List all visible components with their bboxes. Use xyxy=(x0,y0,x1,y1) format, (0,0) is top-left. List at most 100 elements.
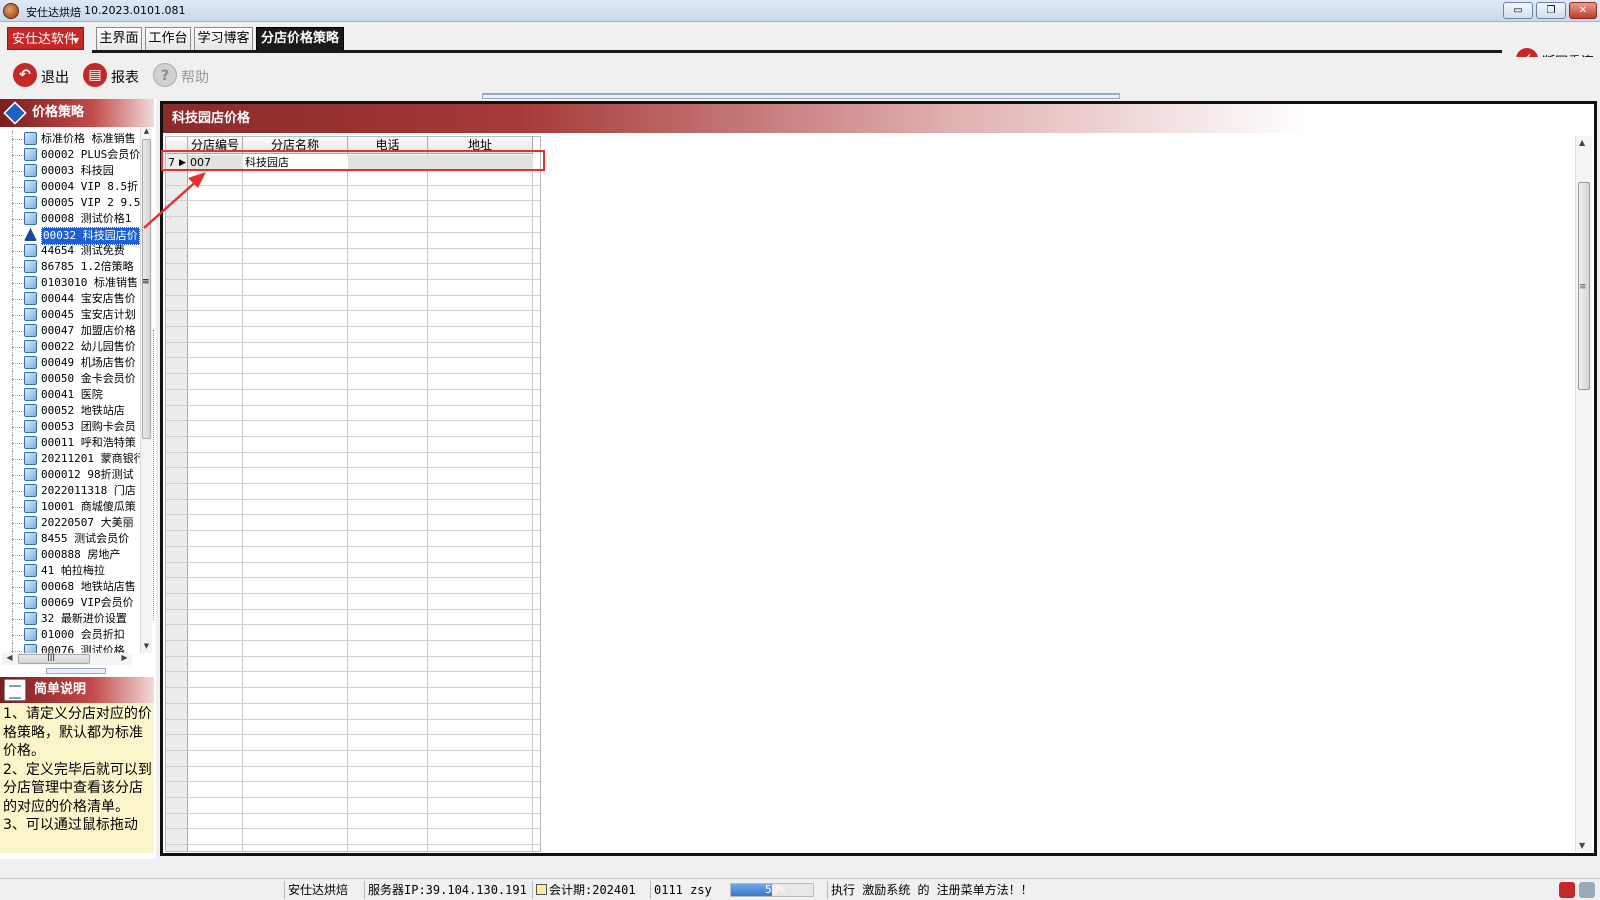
tree-item[interactable]: 2022011318 门店 xyxy=(0,483,140,499)
tree-item[interactable]: 000888 房地产 xyxy=(0,547,140,563)
tree-item[interactable]: 00047 加盟店价格 xyxy=(0,323,140,339)
grid-vertical-scrollbar[interactable]: ▲ ≡ ▼ xyxy=(1575,136,1592,852)
tree-item[interactable]: 00008 测试价格1 xyxy=(0,211,140,227)
table-row[interactable] xyxy=(166,390,540,406)
exit-button[interactable]: ↶ 退出 xyxy=(13,63,73,89)
tree-item[interactable]: 00052 地铁站店 xyxy=(0,403,140,419)
table-row[interactable] xyxy=(166,405,540,422)
tree-item[interactable]: 00041 医院 xyxy=(0,387,140,403)
table-row[interactable] xyxy=(166,452,540,469)
tree-item[interactable]: 00049 机场店售价 xyxy=(0,355,140,371)
table-row[interactable] xyxy=(166,578,540,594)
panel-splitter-handle[interactable] xyxy=(46,668,106,674)
table-row[interactable] xyxy=(166,437,540,453)
scroll-down-icon[interactable]: ▼ xyxy=(1579,841,1585,850)
tree-item[interactable]: 00004 VIP 8.5折 xyxy=(0,179,140,195)
table-row[interactable] xyxy=(166,704,540,720)
scroll-right-icon[interactable]: ▶ xyxy=(119,653,130,662)
table-row[interactable] xyxy=(166,295,540,312)
vertical-splitter[interactable] xyxy=(153,330,157,620)
table-row[interactable] xyxy=(166,217,540,233)
hscroll-thumb[interactable]: ||| xyxy=(18,652,90,664)
table-row[interactable] xyxy=(166,688,540,704)
table-row[interactable] xyxy=(166,751,540,767)
table-row[interactable] xyxy=(166,201,540,218)
table-row[interactable] xyxy=(166,233,540,249)
tree-item[interactable]: 00076 测试价格 xyxy=(0,643,140,653)
scroll-down-icon[interactable]: ▼ xyxy=(141,642,152,653)
table-row[interactable] xyxy=(166,531,540,547)
tree-item[interactable]: 8455 测试会员价 xyxy=(0,531,140,547)
help-button[interactable]: ? 帮助 xyxy=(153,63,213,89)
table-row[interactable] xyxy=(166,641,540,657)
report-button[interactable]: ▤ 报表 xyxy=(83,63,143,89)
brand-menu-button[interactable]: 安仕达软件 ▼ xyxy=(7,27,84,50)
restore-button[interactable]: ❐ xyxy=(1536,2,1566,19)
tree-item[interactable]: 10001 商城傻瓜策 xyxy=(0,499,140,515)
table-row[interactable] xyxy=(166,484,540,500)
table-row[interactable] xyxy=(166,594,540,610)
tree-item[interactable]: 00050 金卡会员价 xyxy=(0,371,140,387)
table-row[interactable] xyxy=(166,656,540,673)
minimize-button[interactable]: ▭ xyxy=(1503,2,1533,19)
table-row[interactable] xyxy=(166,735,540,751)
tree-item[interactable]: 00011 呼和浩特策 xyxy=(0,435,140,451)
tree-item[interactable]: 00022 幼儿园售价 xyxy=(0,339,140,355)
tree-item[interactable]: 00005 VIP 2 9.5折 xyxy=(0,195,140,211)
tree-item[interactable]: 标准价格 标准销售 xyxy=(0,131,140,147)
table-row[interactable] xyxy=(166,562,540,579)
table-row[interactable] xyxy=(166,421,540,437)
tree-item[interactable]: 00044 宝安店售价 xyxy=(0,291,140,307)
tree-item[interactable]: 41 帕拉梅拉 xyxy=(0,563,140,579)
table-row[interactable] xyxy=(166,515,540,532)
tree-item[interactable]: 00068 地铁站店售 xyxy=(0,579,140,595)
scroll-left-icon[interactable]: ◀ xyxy=(4,653,15,662)
tab-main[interactable]: 主界面 xyxy=(96,27,142,51)
tree-item[interactable]: 86785 1.2倍策略 xyxy=(0,259,140,275)
tree-item[interactable]: 00003 科技园 xyxy=(0,163,140,179)
table-row[interactable] xyxy=(166,264,540,280)
tree-item[interactable]: 20220507 大美丽 xyxy=(0,515,140,531)
tree-item[interactable]: 20211201 蒙商银行 xyxy=(0,451,140,467)
tree-item[interactable]: 44654 测试免费 xyxy=(0,243,140,259)
table-row[interactable] xyxy=(166,468,540,484)
table-row[interactable] xyxy=(166,766,540,783)
table-row[interactable] xyxy=(166,358,540,375)
table-row[interactable] xyxy=(166,374,540,390)
table-row[interactable] xyxy=(166,782,540,798)
tab-blog[interactable]: 学习博客 xyxy=(194,27,253,51)
tree-item[interactable]: 00032 科技园店价 xyxy=(0,227,140,245)
tree-item[interactable]: 32 最新进价设置 xyxy=(0,611,140,627)
tree-item[interactable]: 00069 VIP会员价 xyxy=(0,595,140,611)
scroll-up-icon[interactable]: ▲ xyxy=(141,127,152,138)
tree-item[interactable]: 01000 会员折扣 xyxy=(0,627,140,643)
close-button[interactable]: ✕ xyxy=(1569,2,1597,19)
table-row[interactable] xyxy=(166,499,540,516)
tree-item[interactable]: 00002 PLUS会员价 xyxy=(0,147,140,163)
table-row[interactable] xyxy=(166,280,540,296)
network-tray-icon[interactable] xyxy=(1579,882,1595,898)
tree-item[interactable]: 0103010 标准销售 xyxy=(0,275,140,291)
tab-workbench[interactable]: 工作台 xyxy=(145,27,191,51)
table-row[interactable] xyxy=(166,185,540,202)
tree-item[interactable]: 00053 团购卡会员 xyxy=(0,419,140,435)
table-row[interactable] xyxy=(166,609,540,626)
table-row[interactable] xyxy=(166,342,540,359)
table-row[interactable] xyxy=(166,547,540,563)
table-row[interactable] xyxy=(166,719,540,736)
tree-item[interactable]: 00045 宝安店计划 xyxy=(0,307,140,323)
table-row[interactable] xyxy=(166,248,540,265)
scroll-up-icon[interactable]: ▲ xyxy=(1579,138,1585,147)
top-splitter-handle[interactable] xyxy=(482,93,1120,99)
table-row[interactable] xyxy=(166,625,540,641)
tab-branch-price-strategy[interactable]: 分店价格策略 xyxy=(256,27,344,51)
table-row[interactable] xyxy=(166,829,540,846)
table-row[interactable] xyxy=(166,170,540,186)
table-row[interactable] xyxy=(166,672,540,689)
table-row[interactable] xyxy=(166,813,540,830)
table-row[interactable] xyxy=(166,798,540,814)
table-row[interactable] xyxy=(166,327,540,343)
table-row[interactable] xyxy=(166,311,540,327)
tree-horizontal-scrollbar[interactable]: ◀ ||| ▶ xyxy=(2,652,132,665)
user-tray-icon[interactable] xyxy=(1559,882,1575,898)
